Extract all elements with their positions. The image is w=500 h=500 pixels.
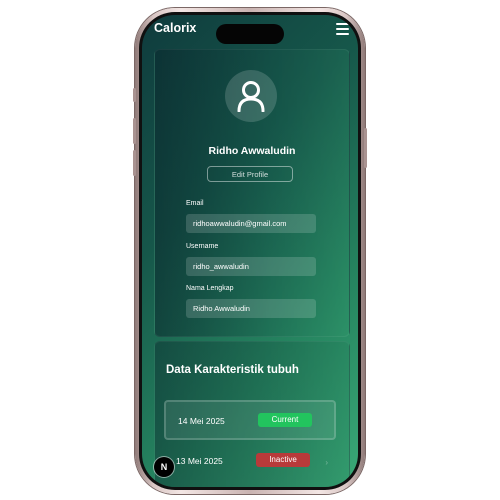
profile-card: Ridho Awwaludin Edit Profile Email Usern… — [154, 49, 350, 337]
avatar — [225, 70, 277, 122]
status-badge: Inactive — [256, 453, 310, 467]
record-row[interactable]: 14 Mei 2025 Current — [164, 400, 336, 440]
body-characteristics-card: Data Karakteristik tubuh 14 Mei 2025 Cur… — [154, 341, 350, 487]
record-date: 14 Mei 2025 — [178, 416, 225, 426]
record-row[interactable]: 13 Mei 2025 Inactive › — [164, 444, 336, 484]
username-field[interactable] — [186, 257, 316, 276]
chevron-icon: › — [325, 458, 328, 467]
app-screen: Calorix Ridho Awwaludin Edit Profile Ema… — [142, 15, 358, 487]
dynamic-island — [216, 24, 284, 44]
full-name-label: Nama Lengkap — [186, 285, 234, 292]
phone-action-button — [133, 88, 136, 102]
phone-volume-up-button — [133, 118, 136, 144]
edit-profile-button[interactable]: Edit Profile — [207, 166, 293, 182]
username-label: Username — [186, 243, 219, 250]
phone-power-button — [364, 128, 367, 168]
email-field[interactable] — [186, 214, 316, 233]
email-label: Email — [186, 200, 204, 207]
profile-name: Ridho Awwaludin — [208, 145, 296, 157]
n-logo-icon[interactable]: N — [154, 457, 174, 477]
section-title: Data Karakteristik tubuh — [166, 364, 299, 376]
user-icon — [237, 81, 265, 112]
record-date: 13 Mei 2025 — [176, 456, 223, 466]
phone-volume-down-button — [133, 150, 136, 176]
status-badge: Current — [258, 413, 312, 427]
full-name-field[interactable] — [186, 299, 316, 318]
hamburger-menu-icon[interactable] — [336, 23, 349, 35]
app-title: Calorix — [154, 21, 197, 35]
